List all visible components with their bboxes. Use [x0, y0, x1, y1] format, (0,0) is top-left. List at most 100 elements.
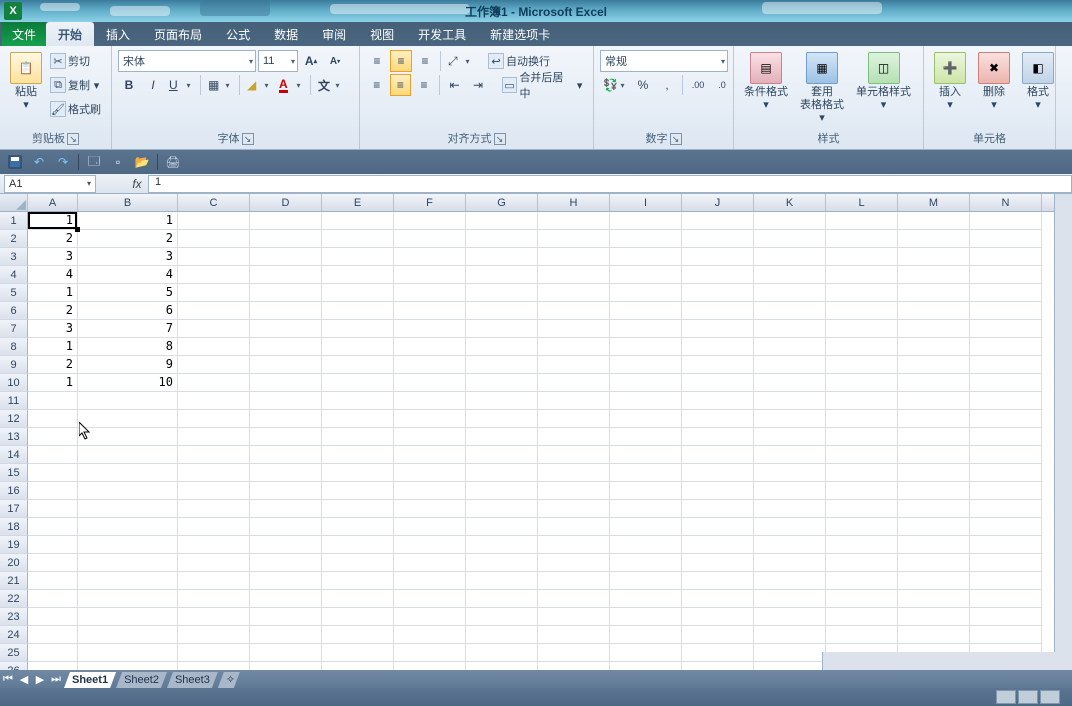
- cell-G17[interactable]: [466, 500, 538, 518]
- cell-C16[interactable]: [178, 482, 250, 500]
- conditional-format-button[interactable]: ▤ 条件格式▾: [740, 50, 792, 114]
- cell-J5[interactable]: [682, 284, 754, 302]
- cell-F15[interactable]: [394, 464, 466, 482]
- cell-I13[interactable]: [610, 428, 682, 446]
- cell-H16[interactable]: [538, 482, 610, 500]
- cell-C14[interactable]: [178, 446, 250, 464]
- cell-C12[interactable]: [178, 410, 250, 428]
- orientation-button[interactable]: ⤢▾: [445, 50, 475, 72]
- cell-N17[interactable]: [970, 500, 1042, 518]
- cell-H1[interactable]: [538, 212, 610, 230]
- cell-L19[interactable]: [826, 536, 898, 554]
- cell-A5[interactable]: 1: [28, 284, 78, 302]
- row-header-11[interactable]: 11: [0, 392, 28, 410]
- cell-D16[interactable]: [250, 482, 322, 500]
- comma-style-button[interactable]: ,: [656, 74, 678, 96]
- cell-I15[interactable]: [610, 464, 682, 482]
- cell-J13[interactable]: [682, 428, 754, 446]
- cell-F22[interactable]: [394, 590, 466, 608]
- row-header-19[interactable]: 19: [0, 536, 28, 554]
- cell-C18[interactable]: [178, 518, 250, 536]
- cell-M20[interactable]: [898, 554, 970, 572]
- sheet-nav-next[interactable]: ▶: [32, 673, 48, 686]
- cell-F14[interactable]: [394, 446, 466, 464]
- cell-G15[interactable]: [466, 464, 538, 482]
- cell-M11[interactable]: [898, 392, 970, 410]
- cell-B22[interactable]: [78, 590, 178, 608]
- print-button[interactable]: 🖨: [164, 153, 182, 171]
- cell-J25[interactable]: [682, 644, 754, 662]
- cell-J7[interactable]: [682, 320, 754, 338]
- cell-I2[interactable]: [610, 230, 682, 248]
- accounting-format-button[interactable]: 💱▾: [600, 74, 630, 96]
- cell-C2[interactable]: [178, 230, 250, 248]
- cell-E21[interactable]: [322, 572, 394, 590]
- row-header-24[interactable]: 24: [0, 626, 28, 644]
- font-color-button[interactable]: A▾: [276, 74, 306, 96]
- row-header-21[interactable]: 21: [0, 572, 28, 590]
- cell-C20[interactable]: [178, 554, 250, 572]
- copy-button[interactable]: ⧉复制▾: [50, 74, 101, 96]
- cell-C10[interactable]: [178, 374, 250, 392]
- tab-home[interactable]: 开始: [46, 22, 94, 46]
- cell-A21[interactable]: [28, 572, 78, 590]
- sheet-tab-3[interactable]: Sheet3: [167, 672, 218, 688]
- cell-F10[interactable]: [394, 374, 466, 392]
- cell-K19[interactable]: [754, 536, 826, 554]
- cell-N15[interactable]: [970, 464, 1042, 482]
- cell-D8[interactable]: [250, 338, 322, 356]
- cell-B17[interactable]: [78, 500, 178, 518]
- cell-L1[interactable]: [826, 212, 898, 230]
- align-center-button[interactable]: ≡: [390, 74, 412, 96]
- row-header-6[interactable]: 6: [0, 302, 28, 320]
- column-header-A[interactable]: A: [28, 194, 78, 211]
- cell-G20[interactable]: [466, 554, 538, 572]
- cell-C21[interactable]: [178, 572, 250, 590]
- cell-A3[interactable]: 3: [28, 248, 78, 266]
- cell-E15[interactable]: [322, 464, 394, 482]
- cell-F9[interactable]: [394, 356, 466, 374]
- cell-M24[interactable]: [898, 626, 970, 644]
- phonetic-button[interactable]: 文▾: [315, 74, 345, 96]
- cell-J8[interactable]: [682, 338, 754, 356]
- cell-E19[interactable]: [322, 536, 394, 554]
- cell-D22[interactable]: [250, 590, 322, 608]
- cell-C24[interactable]: [178, 626, 250, 644]
- fx-icon[interactable]: fx: [126, 177, 148, 191]
- sheet-tab-1[interactable]: Sheet1: [64, 672, 116, 688]
- row-header-13[interactable]: 13: [0, 428, 28, 446]
- row-header-9[interactable]: 9: [0, 356, 28, 374]
- cell-M15[interactable]: [898, 464, 970, 482]
- column-header-J[interactable]: J: [682, 194, 754, 211]
- cell-F12[interactable]: [394, 410, 466, 428]
- cell-L4[interactable]: [826, 266, 898, 284]
- row-header-25[interactable]: 25: [0, 644, 28, 662]
- cell-G23[interactable]: [466, 608, 538, 626]
- cell-J24[interactable]: [682, 626, 754, 644]
- cell-C13[interactable]: [178, 428, 250, 446]
- cell-F20[interactable]: [394, 554, 466, 572]
- cell-L20[interactable]: [826, 554, 898, 572]
- cell-I11[interactable]: [610, 392, 682, 410]
- cell-C15[interactable]: [178, 464, 250, 482]
- formula-input[interactable]: 1: [148, 175, 1072, 193]
- align-launcher[interactable]: ↘: [494, 133, 506, 145]
- cell-K23[interactable]: [754, 608, 826, 626]
- cell-I17[interactable]: [610, 500, 682, 518]
- cell-M23[interactable]: [898, 608, 970, 626]
- cell-A25[interactable]: [28, 644, 78, 662]
- cell-A14[interactable]: [28, 446, 78, 464]
- row-header-22[interactable]: 22: [0, 590, 28, 608]
- cell-E14[interactable]: [322, 446, 394, 464]
- select-all-corner[interactable]: [0, 194, 28, 211]
- cell-A8[interactable]: 1: [28, 338, 78, 356]
- cell-E10[interactable]: [322, 374, 394, 392]
- align-right-button[interactable]: ≡: [413, 74, 435, 96]
- cell-C19[interactable]: [178, 536, 250, 554]
- cell-C1[interactable]: [178, 212, 250, 230]
- cell-L9[interactable]: [826, 356, 898, 374]
- cell-G11[interactable]: [466, 392, 538, 410]
- qat-icon-1[interactable]: 🗔: [85, 153, 103, 171]
- cell-E23[interactable]: [322, 608, 394, 626]
- cell-M1[interactable]: [898, 212, 970, 230]
